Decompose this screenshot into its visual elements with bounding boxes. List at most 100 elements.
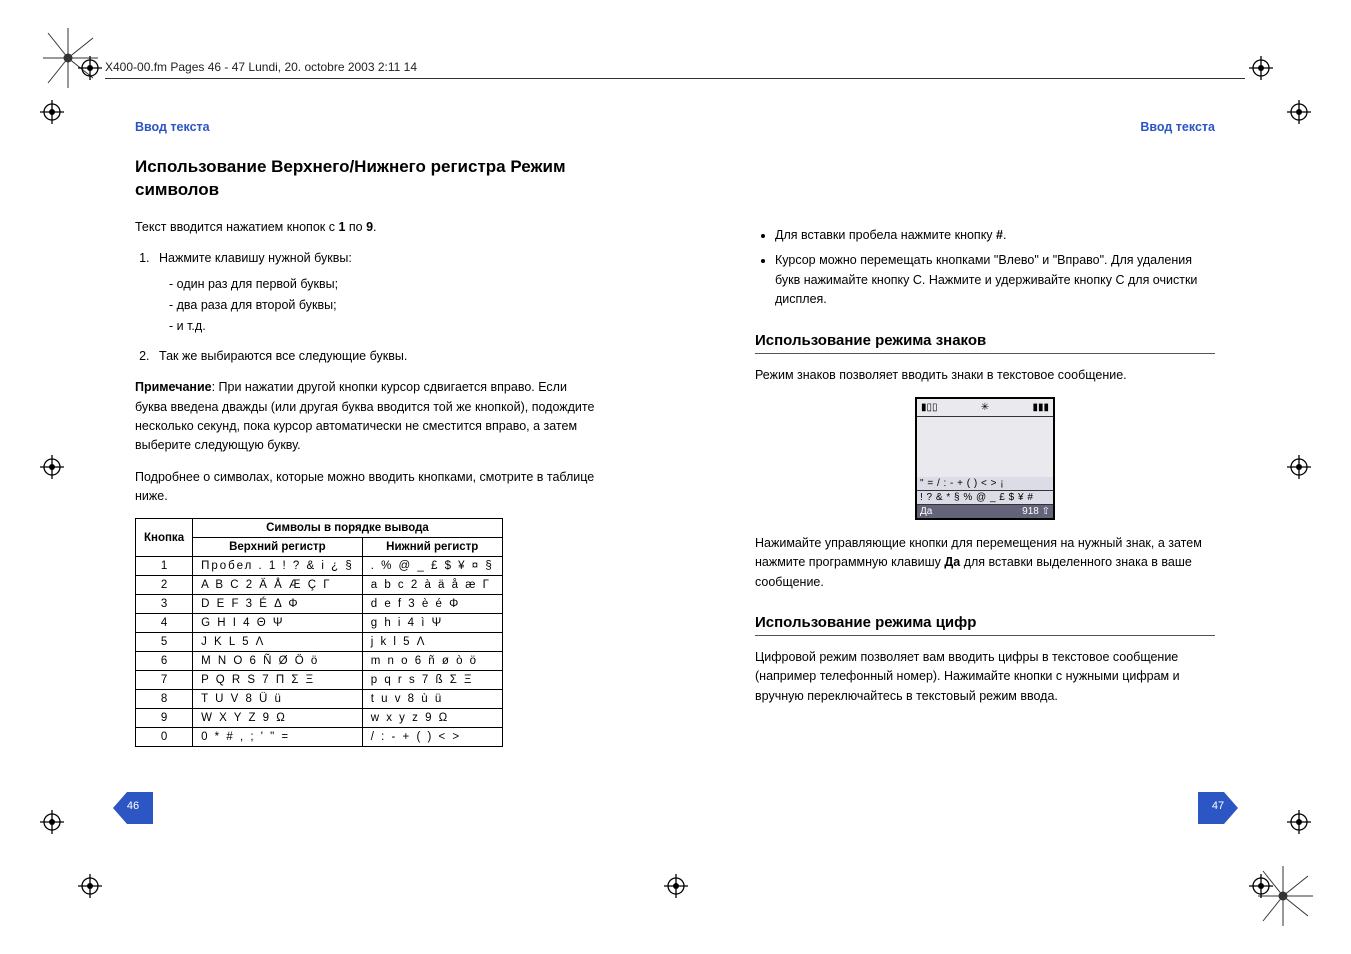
cell-lower: p q r s 7 ß Σ Ξ [362, 671, 502, 690]
running-header-left: Ввод текста [135, 120, 595, 134]
cell-upper: D E F 3 É Δ Φ [193, 595, 363, 614]
body-text: Нажимайте управляющие кнопки для перемещ… [755, 534, 1215, 592]
page-right: Ввод текста Для вставки пробела нажмите … [675, 100, 1295, 824]
cell-upper: T U V 8 Ü ü [193, 690, 363, 709]
step-1: Нажмите клавишу нужной буквы: - один раз… [153, 249, 595, 337]
cell-upper: 0 * # , ; ' " = [193, 728, 363, 747]
cell-lower: m n o 6 ñ ø ò ö [362, 652, 502, 671]
table-row: 3D E F 3 É Δ Φd e f 3 è é Φ [136, 595, 503, 614]
table-intro: Подробнее о символах, которые можно ввод… [135, 468, 595, 507]
page-number-tab: 47 [1198, 792, 1238, 824]
softkey-right: 918 ⇧ [1022, 506, 1050, 517]
step-sub: - один раз для первой буквы; - два раза … [169, 275, 595, 337]
table-row: 7P Q R S 7 Π Σ Ξp q r s 7 ß Σ Ξ [136, 671, 503, 690]
page-spread: Ввод текста Использование Верхнего/Нижне… [55, 100, 1295, 824]
phone-screen-figure: ▮▯▯ ✳ ▮▮▮ " = / : - + ( ) < > ¡ ! ? & * … [915, 397, 1055, 520]
page-number: 47 [1198, 800, 1238, 812]
sub-item: - и т.д. [169, 317, 595, 336]
step-2: Так же выбираются все следующие буквы. [153, 347, 595, 366]
step-text: Нажмите клавишу нужной буквы: [159, 251, 352, 265]
text: по [345, 220, 366, 234]
battery-icon: ▮▮▮ [1032, 402, 1049, 413]
intro-text: Текст вводится нажатием кнопок с 1 по 9. [135, 218, 595, 237]
table-row: 00 * # , ; ' " =/ : - + ( ) < > [136, 728, 503, 747]
cell-upper: J K L 5 Λ [193, 633, 363, 652]
cell-key: 6 [136, 652, 193, 671]
cell-lower: t u v 8 ù ü [362, 690, 502, 709]
cell-key: 4 [136, 614, 193, 633]
running-header-right: Ввод текста [755, 120, 1215, 134]
page-number: 46 [113, 800, 153, 812]
cell-lower: d e f 3 è é Φ [362, 595, 502, 614]
th-symbols: Символы в порядке вывода [193, 519, 503, 538]
text: Текст вводится нажатием кнопок с [135, 220, 338, 234]
key-9: 9 [366, 220, 373, 234]
cell-lower: / : - + ( ) < > [362, 728, 502, 747]
table-row: 4G H I 4 Θ Ψg h i 4 ì Ψ [136, 614, 503, 633]
cell-key: 7 [136, 671, 193, 690]
registration-mark-icon [1249, 874, 1273, 898]
registration-mark-icon [78, 874, 102, 898]
sub-item: - один раз для первой буквы; [169, 275, 595, 294]
cell-lower: . % @ _ £ $ ¥ ¤ § [362, 557, 502, 576]
cell-upper: Пробел . 1 ! ? & i ¿ § [193, 557, 363, 576]
header-rule [105, 78, 1245, 79]
section-title: Использование Верхнего/Нижнего регистра … [135, 156, 595, 202]
text: . [1003, 228, 1006, 242]
phone-status-bar: ▮▯▯ ✳ ▮▮▮ [917, 399, 1053, 417]
cell-key: 9 [136, 709, 193, 728]
sub-item: - два раза для второй буквы; [169, 296, 595, 315]
cell-upper: W X Y Z 9 Ω [193, 709, 363, 728]
cell-upper: M N O 6 Ñ Ø Ö ö [193, 652, 363, 671]
table-row: 2A B C 2 Ä Å Æ Ç Γa b c 2 à ä å æ Γ [136, 576, 503, 595]
body-text: Режим знаков позволяет вводить знаки в т… [755, 366, 1215, 385]
registration-mark-icon [1249, 56, 1273, 80]
cell-upper: A B C 2 Ä Å Æ Ç Γ [193, 576, 363, 595]
symbol-row: " = / : - + ( ) < > ¡ [917, 477, 1053, 491]
hash-key-icon: # [996, 228, 1003, 242]
registration-mark-icon [78, 56, 102, 80]
cell-key: 1 [136, 557, 193, 576]
table-row: 1Пробел . 1 ! ? & i ¿ §. % @ _ £ $ ¥ ¤ § [136, 557, 503, 576]
status-icon: ✳ [981, 402, 989, 413]
char-table: Кнопка Символы в порядке вывода Верхний … [135, 518, 503, 747]
section-title: Использование режима цифр [755, 614, 1215, 636]
softkey-left: Да [920, 506, 932, 517]
th-key: Кнопка [136, 519, 193, 557]
text: . [373, 220, 376, 234]
cell-lower: a b c 2 à ä å æ Γ [362, 576, 502, 595]
framemaker-header: X400-00.fm Pages 46 - 47 Lundi, 20. octo… [105, 60, 417, 74]
registration-mark-icon [664, 874, 688, 898]
cell-key: 8 [136, 690, 193, 709]
note: Примечание: При нажатии другой кнопки ку… [135, 378, 595, 456]
cell-lower: j k l 5 Λ [362, 633, 502, 652]
th-upper: Верхний регистр [193, 538, 363, 557]
cell-upper: G H I 4 Θ Ψ [193, 614, 363, 633]
symbol-row: ! ? & * § % @ _ £ $ ¥ # [917, 491, 1053, 505]
body-text: Цифровой режим позволяет вам вводить циф… [755, 648, 1215, 706]
cell-key: 3 [136, 595, 193, 614]
page-left: Ввод текста Использование Верхнего/Нижне… [55, 100, 675, 824]
table-row: 5J K L 5 Λj k l 5 Λ [136, 633, 503, 652]
cell-lower: w x y z 9 Ω [362, 709, 502, 728]
softkey-name: Да [944, 555, 960, 569]
cell-key: 5 [136, 633, 193, 652]
cell-key: 0 [136, 728, 193, 747]
table-row: 6M N O 6 Ñ Ø Ö öm n o 6 ñ ø ò ö [136, 652, 503, 671]
steps-list: Нажмите клавишу нужной буквы: - один раз… [153, 249, 595, 366]
section-title: Использование режима знаков [755, 332, 1215, 354]
table-row: 8T U V 8 Ü üt u v 8 ù ü [136, 690, 503, 709]
cell-key: 2 [136, 576, 193, 595]
table-row: 9W X Y Z 9 Ωw x y z 9 Ω [136, 709, 503, 728]
th-lower: Нижний регистр [362, 538, 502, 557]
softkey-bar: Да 918 ⇧ [917, 505, 1053, 518]
cell-upper: P Q R S 7 Π Σ Ξ [193, 671, 363, 690]
signal-icon: ▮▯▯ [921, 402, 938, 413]
cell-lower: g h i 4 ì Ψ [362, 614, 502, 633]
list-item: Для вставки пробела нажмите кнопку #. [775, 226, 1215, 245]
note-label: Примечание [135, 380, 212, 394]
list-item: Курсор можно перемещать кнопками "Влево"… [775, 251, 1215, 309]
text: Для вставки пробела нажмите кнопку [775, 228, 996, 242]
bullet-list: Для вставки пробела нажмите кнопку #. Ку… [775, 226, 1215, 310]
page-number-tab: 46 [113, 792, 153, 824]
